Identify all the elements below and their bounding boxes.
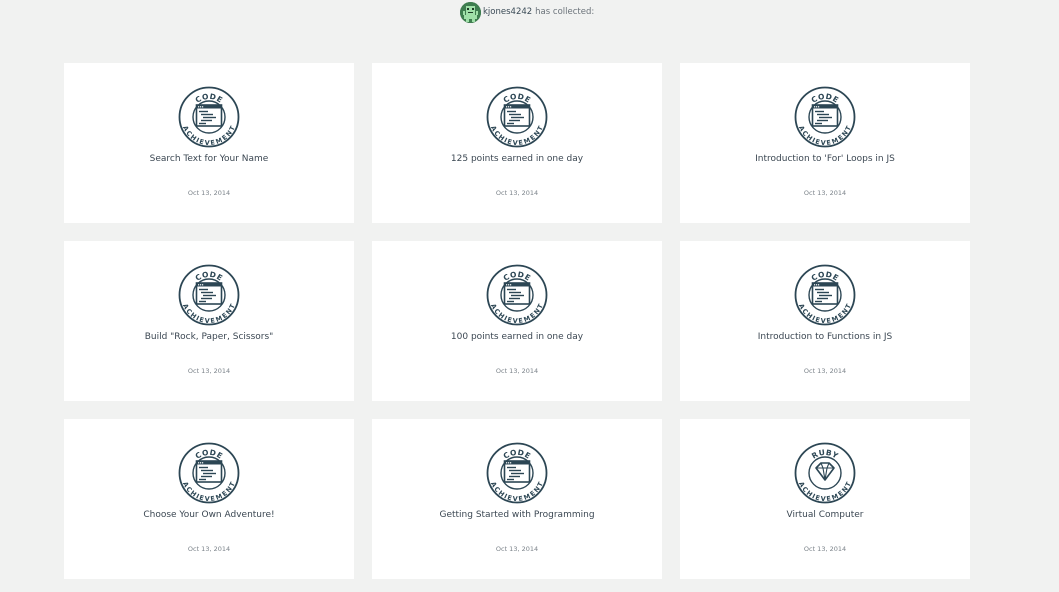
collector-header: kjones4242 has collected: (460, 1, 594, 23)
achievement-badge-icon: CODE ACHIEVEMENT (794, 264, 856, 326)
badge-bottom-label: ACHIEVEMENT (489, 480, 545, 503)
badge-type-label: CODE (810, 270, 841, 283)
achievement-title: Choose Your Own Adventure! (143, 510, 275, 520)
achievement-card[interactable]: RUBY ACHIEVEMENT Virtual Computer Oct 13… (680, 419, 970, 579)
achievement-card[interactable]: CODE ACHIEVEMENT Introduction to Functio… (680, 241, 970, 401)
code-window-icon (195, 282, 223, 305)
achievement-title: Search Text for Your Name (149, 154, 269, 164)
achievement-title: Build "Rock, Paper, Scissors" (144, 332, 274, 342)
code-window-icon (503, 282, 531, 305)
code-window-icon (195, 104, 223, 127)
code-window-icon (195, 460, 223, 483)
avatar[interactable] (460, 1, 481, 23)
achievement-date: Oct 13, 2014 (803, 545, 847, 553)
achievement-card[interactable]: CODE ACHIEVEMENT Search Text for Your Na… (64, 63, 354, 223)
badge-type-label: CODE (194, 448, 225, 461)
badge-bottom-label: ACHIEVEMENT (489, 302, 545, 325)
ruby-gem-icon (815, 462, 835, 481)
achievement-date: Oct 13, 2014 (803, 367, 847, 375)
achievement-badge-icon: CODE ACHIEVEMENT (486, 86, 548, 148)
achievement-date: Oct 13, 2014 (495, 367, 539, 375)
badge-type-label: RUBY (810, 448, 840, 461)
badge-type-label: CODE (194, 270, 225, 283)
achievement-card[interactable]: CODE ACHIEVEMENT Choose Your Own Adventu… (64, 419, 354, 579)
badge-bottom-label: ACHIEVEMENT (797, 124, 853, 147)
badge-bottom-label: ACHIEVEMENT (797, 302, 853, 325)
achievement-title: Introduction to Functions in JS (757, 332, 893, 342)
achievement-card[interactable]: CODE ACHIEVEMENT 125 points earned in on… (372, 63, 662, 223)
achievement-date: Oct 13, 2014 (187, 367, 231, 375)
achievement-title: Virtual Computer (786, 510, 864, 520)
achievement-title: 100 points earned in one day (450, 332, 584, 342)
username-link[interactable]: kjones4242 (483, 7, 532, 17)
code-window-icon (503, 460, 531, 483)
badge-bottom-label: ACHIEVEMENT (181, 124, 237, 147)
badge-type-label: CODE (502, 448, 533, 461)
badge-type-label: CODE (502, 92, 533, 105)
badge-bottom-label: ACHIEVEMENT (181, 480, 237, 503)
achievement-grid: CODE ACHIEVEMENT Search Text for Your Na… (64, 63, 970, 579)
code-window-icon (811, 104, 839, 127)
achievement-badge-icon: CODE ACHIEVEMENT (486, 442, 548, 504)
badge-bottom-label: ACHIEVEMENT (489, 124, 545, 147)
badge-type-label: CODE (810, 92, 841, 105)
badge-bottom-label: ACHIEVEMENT (797, 480, 853, 503)
achievement-card[interactable]: CODE ACHIEVEMENT Build "Rock, Paper, Sci… (64, 241, 354, 401)
achievement-title: Getting Started with Programming (439, 510, 595, 520)
pixel-creature-icon (460, 1, 481, 23)
achievement-badge-icon: CODE ACHIEVEMENT (178, 86, 240, 148)
badge-bottom-label: ACHIEVEMENT (181, 302, 237, 325)
achievement-card[interactable]: CODE ACHIEVEMENT 100 points earned in on… (372, 241, 662, 401)
achievement-badge-icon: CODE ACHIEVEMENT (178, 264, 240, 326)
achievement-date: Oct 13, 2014 (803, 189, 847, 197)
achievement-card[interactable]: CODE ACHIEVEMENT Getting Started with Pr… (372, 419, 662, 579)
achievement-date: Oct 13, 2014 (187, 545, 231, 553)
achievement-date: Oct 13, 2014 (495, 189, 539, 197)
achievement-badge-icon: CODE ACHIEVEMENT (486, 264, 548, 326)
achievement-date: Oct 13, 2014 (495, 545, 539, 553)
collector-text: kjones4242 has collected: (483, 7, 594, 17)
achievement-badge-icon: RUBY ACHIEVEMENT (794, 442, 856, 504)
code-window-icon (503, 104, 531, 127)
achievement-title: Introduction to 'For' Loops in JS (755, 154, 895, 164)
achievement-title: 125 points earned in one day (450, 154, 584, 164)
collected-label: has collected: (535, 7, 595, 17)
badge-type-label: CODE (194, 92, 225, 105)
achievement-date: Oct 13, 2014 (187, 189, 231, 197)
achievement-card[interactable]: CODE ACHIEVEMENT Introduction to 'For' L… (680, 63, 970, 223)
achievement-badge-icon: CODE ACHIEVEMENT (178, 442, 240, 504)
achievement-badge-icon: CODE ACHIEVEMENT (794, 86, 856, 148)
code-window-icon (811, 282, 839, 305)
badge-type-label: CODE (502, 270, 533, 283)
